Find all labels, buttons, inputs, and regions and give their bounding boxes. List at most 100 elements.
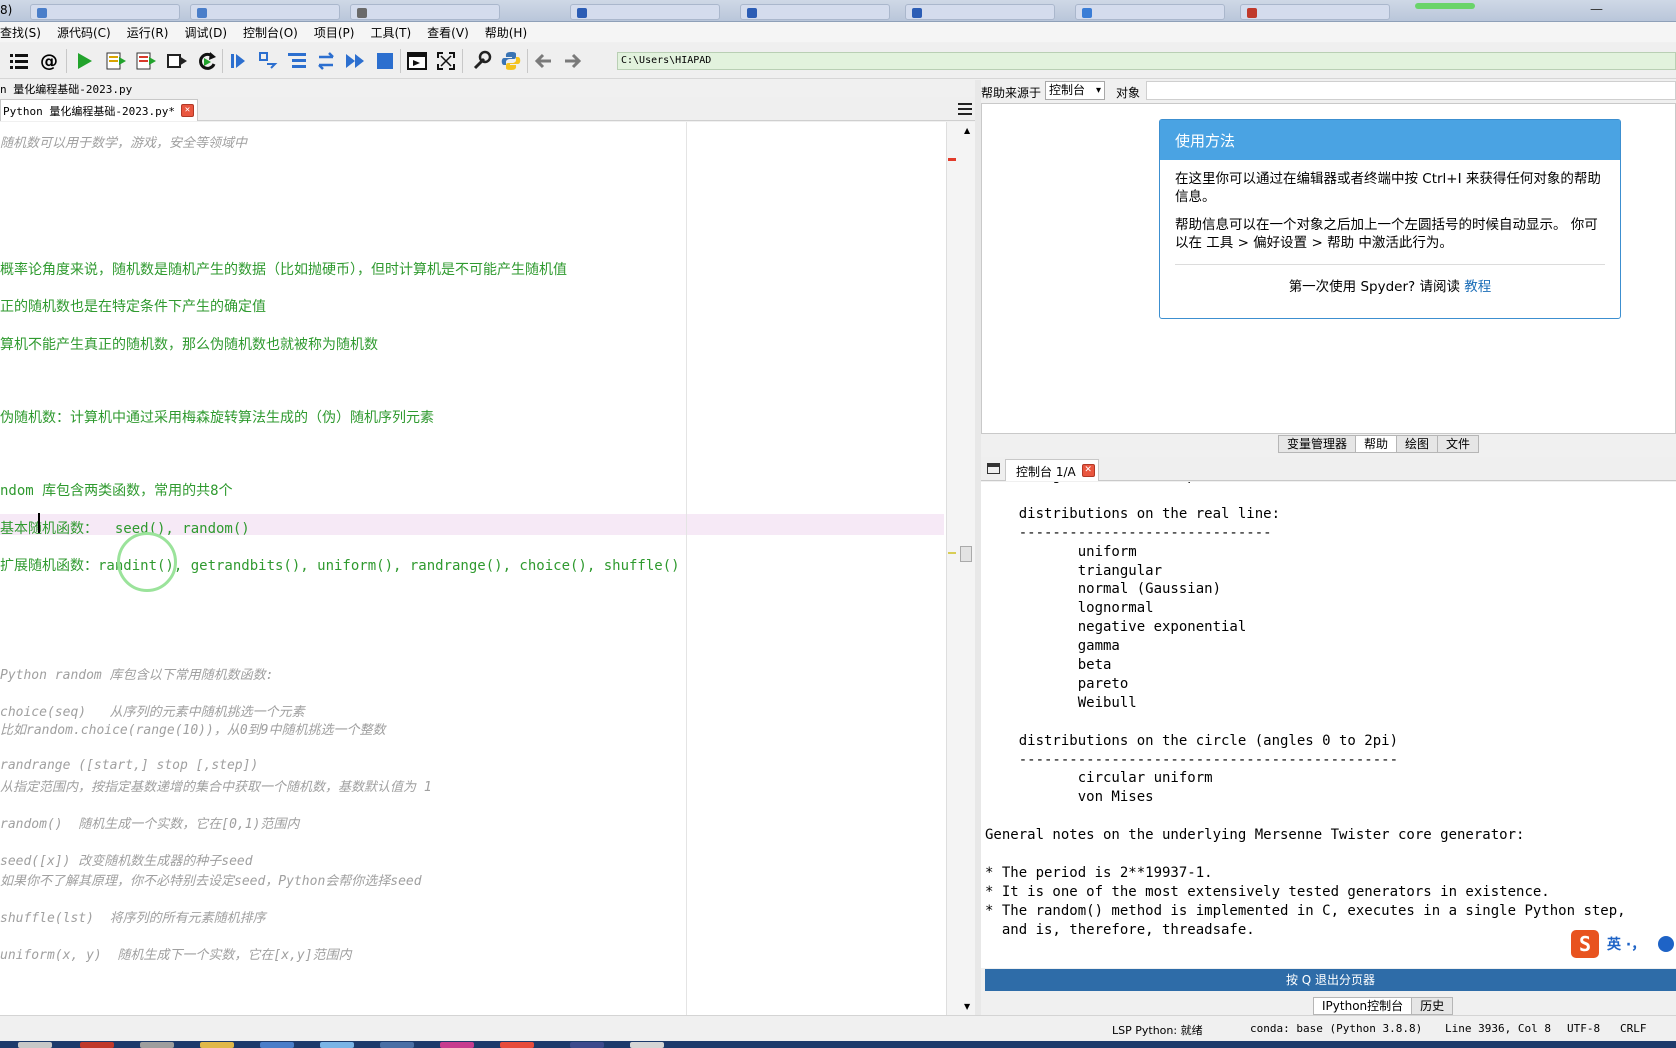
scroll-up-icon[interactable]: ▲: [964, 126, 970, 135]
console-tab-label: 控制台 1/A: [1016, 465, 1076, 479]
run-selection-icon[interactable]: [166, 50, 188, 72]
code-line: 扩展随机函数：randint(), getrandbits(), uniform…: [0, 558, 680, 574]
menu-bar: 查找(S) 源代码(C) 运行(R) 调试(D) 控制台(O) 项目(P) 工具…: [0, 22, 1676, 42]
browser-tab[interactable]: [740, 4, 890, 20]
ime-toolbar[interactable]: S 英 ·，: [1571, 930, 1676, 958]
code-editor[interactable]: 随机数可以用于数学，游戏，安全等领域中 概率论角度来说，随机数是随机产生的数据（比…: [0, 122, 946, 1015]
code-line: 概率论角度来说，随机数是随机产生的数据（比如抛硬币），但时计算机是不可能产生随机…: [0, 262, 567, 278]
maximize-pane-icon[interactable]: [406, 50, 428, 72]
console-output-line: * The random() method is implemented in …: [985, 902, 1626, 919]
debug-icon[interactable]: [227, 50, 249, 72]
code-line: 比如random.choice(range(10))，从0到9中随机挑选一个整数: [0, 723, 386, 738]
scrollbar-thumb[interactable]: [960, 546, 972, 562]
browser-tab[interactable]: [30, 4, 180, 20]
main-toolbar: @ C:\Users\HIAPAD: [0, 43, 1676, 79]
editor-file-path: n 量化编程基础-2023.py: [0, 83, 133, 96]
menu-search[interactable]: 查找(S): [0, 24, 49, 41]
code-line: ndom 库包含两类函数，常用的共8个: [0, 483, 233, 499]
code-line: 算机不能产生真正的随机数，那么伪随机数也就被称为随机数: [0, 337, 378, 353]
step-return-icon[interactable]: [315, 50, 337, 72]
continue-icon[interactable]: [344, 50, 366, 72]
console-output-line: uniform: [985, 543, 1137, 560]
stop-icon[interactable]: [374, 50, 396, 72]
help-source-select[interactable]: 控制台: [1045, 81, 1105, 100]
console-output-line: ------------------------------: [985, 524, 1272, 541]
step-icon[interactable]: [257, 50, 279, 72]
tab-help[interactable]: 帮助: [1355, 435, 1398, 453]
working-directory-field[interactable]: C:\Users\HIAPAD: [617, 52, 1676, 70]
line-endings: CRLF: [1620, 1022, 1647, 1035]
code-line: Python random 库包含以下常用随机数函数:: [0, 668, 274, 683]
close-console-icon[interactable]: ✕: [1081, 464, 1095, 477]
browser-tab[interactable]: [1240, 4, 1390, 20]
minimize-icon[interactable]: —: [1590, 2, 1603, 17]
lsp-status: LSP Python: 就绪: [1112, 1024, 1203, 1037]
code-line: 从指定范围内，按指定基数递增的集合中获取一个随机数，基数默认值为 1: [0, 780, 432, 795]
menu-help[interactable]: 帮助(H): [477, 24, 535, 41]
help-paragraph-2: 帮助信息可以在一个对象之后加上一个左圆括号的时候自动显示。 你可以在 工具 > …: [1175, 217, 1598, 251]
console-output-line: pareto: [985, 675, 1129, 692]
browser-tab[interactable]: [570, 4, 720, 20]
help-usage-card: 使用方法 在这里你可以通过在编辑器或者终端中按 Ctrl+I 来获得任何对象的帮…: [1159, 119, 1621, 319]
console-output-line: * The period is 2**19937-1.: [985, 864, 1213, 881]
run-cell-icon[interactable]: [105, 50, 127, 72]
ime-emoji-icon[interactable]: [1658, 936, 1674, 952]
editor-tab[interactable]: Python 量化编程基础-2023.py* ✕: [0, 99, 198, 121]
os-taskbar: [0, 1041, 1676, 1048]
sogou-ime-icon[interactable]: S: [1571, 930, 1599, 958]
menu-consoles[interactable]: 控制台(O): [235, 24, 306, 41]
menu-run[interactable]: 运行(R): [119, 24, 177, 41]
download-progress: [1415, 3, 1475, 9]
forward-icon[interactable]: [561, 50, 583, 72]
console-output-line: Weibull: [985, 694, 1137, 711]
tab-plots[interactable]: 绘图: [1396, 435, 1439, 453]
window-title: 8): [0, 3, 13, 17]
ipython-console[interactable]: generate random permutation distribution…: [981, 482, 1676, 968]
menu-source[interactable]: 源代码(C): [49, 24, 119, 41]
editor-scrollbar[interactable]: ▲ ▼: [946, 122, 975, 1015]
tab-variable-explorer[interactable]: 变量管理器: [1278, 435, 1357, 453]
help-object-label: 对象: [1116, 86, 1141, 100]
help-object-input[interactable]: [1146, 81, 1676, 100]
console-output-line: circular uniform: [985, 770, 1213, 787]
menu-view[interactable]: 查看(V): [419, 24, 477, 41]
code-line: uniform(x, y) 随机生成下一个实数，它在[x,y]范围内: [0, 948, 352, 963]
menu-tools[interactable]: 工具(T): [362, 24, 419, 41]
tab-ipython-console[interactable]: IPython控制台: [1313, 997, 1413, 1015]
svg-text:@: @: [40, 51, 58, 72]
fullscreen-icon[interactable]: [435, 50, 457, 72]
list-icon[interactable]: [8, 50, 30, 72]
step-into-icon[interactable]: [286, 50, 308, 72]
browser-tab[interactable]: [190, 4, 340, 20]
browser-tab[interactable]: [905, 4, 1055, 20]
menu-debug[interactable]: 调试(D): [176, 24, 235, 41]
browser-tab[interactable]: [350, 4, 500, 20]
window-title-bar: 8) —: [0, 0, 1676, 22]
browser-tab[interactable]: [1075, 4, 1225, 20]
code-line: choice(seq) 从序列的元素中随机挑选一个元素: [0, 705, 305, 720]
menu-projects[interactable]: 项目(P): [306, 24, 363, 41]
scroll-down-icon[interactable]: ▼: [964, 1002, 970, 1011]
rerun-icon[interactable]: [196, 50, 218, 72]
help-paragraph-1: 在这里你可以通过在编辑器或者终端中按 Ctrl+I 来获得任何对象的帮助信息。: [1175, 171, 1601, 205]
status-bar: LSP Python: 就绪 conda: base (Python 3.8.8…: [0, 1015, 1676, 1041]
python-path-icon[interactable]: [500, 50, 522, 72]
editor-tab-bar: Python 量化编程基础-2023.py* ✕: [0, 97, 975, 121]
back-icon[interactable]: [533, 50, 555, 72]
run-cell-advance-icon[interactable]: [135, 50, 157, 72]
close-tab-icon[interactable]: ✕: [180, 104, 194, 117]
ime-mode-label[interactable]: 英 ·，: [1607, 934, 1645, 954]
run-icon[interactable]: [73, 50, 95, 72]
preferences-icon[interactable]: [470, 50, 492, 72]
at-icon[interactable]: @: [38, 50, 60, 72]
console-output-line: triangular: [985, 562, 1163, 579]
tab-history[interactable]: 历史: [1411, 997, 1454, 1015]
console-window-icon[interactable]: [987, 463, 1000, 474]
console-output-line: General notes on the underlying Mersenne…: [985, 827, 1525, 844]
editor-options-menu-icon[interactable]: [958, 103, 972, 115]
pager-banner: 按 Q 退出分页器: [985, 969, 1676, 991]
tab-files[interactable]: 文件: [1437, 435, 1480, 453]
console-output-line: ----------------------------------------…: [985, 751, 1399, 768]
tutorial-link[interactable]: 教程: [1464, 279, 1491, 295]
console-tab[interactable]: 控制台 1/A ✕: [1005, 459, 1099, 481]
